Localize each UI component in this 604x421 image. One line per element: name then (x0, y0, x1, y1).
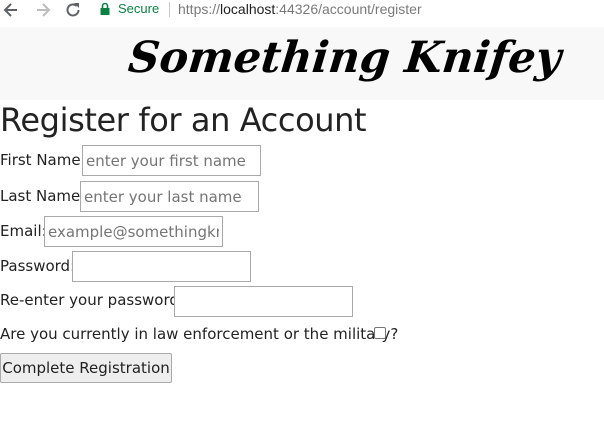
site-header: Something Knifey (0, 27, 604, 100)
law-enforcement-label: Are you currently in law enforcement or … (0, 325, 399, 343)
url-path: :44326/account/register (275, 1, 422, 17)
url-text: https://localhost:44326/account/register (178, 1, 422, 17)
last-name-label: Last Name: (0, 187, 86, 205)
browser-toolbar: Secure https://localhost:44326/account/r… (0, 0, 604, 20)
password-confirm-label: Re-enter your password: (0, 291, 184, 309)
forward-arrow-icon[interactable] (34, 0, 52, 20)
back-arrow-icon[interactable] (2, 0, 20, 20)
first-name-label: First Name: (0, 151, 86, 169)
lock-icon (100, 2, 110, 19)
site-logo-text[interactable]: Something Knifey (126, 33, 563, 83)
password-confirm-input[interactable] (174, 286, 353, 317)
page-title: Register for an Account (0, 101, 367, 139)
law-enforcement-checkbox[interactable] (374, 327, 386, 339)
password-input[interactable] (72, 251, 251, 282)
email-field[interactable] (44, 216, 223, 247)
reload-icon[interactable] (64, 0, 82, 20)
email-label: Email: (0, 222, 47, 240)
address-bar[interactable]: Secure https://localhost:44326/account/r… (96, 0, 604, 20)
complete-registration-button[interactable]: Complete Registration (0, 353, 172, 383)
secure-label: Secure (118, 1, 160, 16)
password-label: Password: (0, 257, 76, 275)
first-name-input[interactable] (82, 145, 261, 176)
last-name-input[interactable] (80, 181, 259, 212)
url-scheme: https:// (178, 1, 221, 17)
address-separator (169, 2, 170, 17)
url-host: localhost (220, 1, 276, 17)
